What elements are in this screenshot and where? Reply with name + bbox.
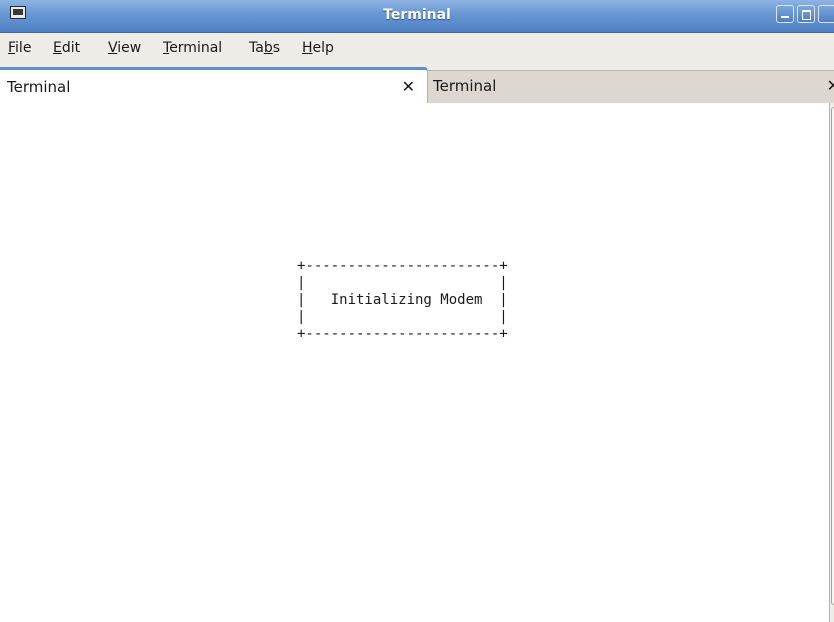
dialog-blank-line: | | [297, 309, 508, 325]
menu-view[interactable]: View [108, 40, 141, 56]
maximize-button[interactable] [797, 5, 815, 23]
tab-label: Terminal [7, 78, 71, 96]
tab-terminal-2[interactable]: Terminal ✕ [428, 70, 834, 103]
menu-edit-mnemonic: E [53, 40, 62, 56]
dialog-border-bottom: +-----------------------+ [297, 326, 508, 342]
menu-file-mnemonic: F [8, 40, 16, 56]
menu-help[interactable]: Help [302, 40, 334, 56]
window-titlebar[interactable]: Terminal [0, 0, 834, 33]
dialog-message: | Initializing Modem | [297, 292, 508, 308]
menu-terminal[interactable]: Terminal [163, 40, 222, 56]
close-window-button[interactable] [818, 5, 834, 23]
menu-edit-label: dit [61, 40, 81, 56]
tab-terminal-1[interactable]: Terminal ✕ [0, 67, 428, 103]
modem-status-dialog: +-----------------------+ | | | Initiali… [297, 258, 508, 343]
tab-bar: Terminal ✕ Terminal ✕ [0, 64, 834, 103]
dialog-blank-line: | | [297, 275, 508, 291]
menu-file[interactable]: File [8, 40, 31, 56]
terminal-scrollbar[interactable] [829, 103, 834, 622]
menu-bar: File Edit View Terminal Tabs Help [0, 33, 834, 64]
menu-tabs-label: s [272, 40, 281, 56]
close-tab-icon[interactable]: ✕ [402, 77, 415, 96]
close-tab-icon[interactable]: ✕ [827, 76, 834, 95]
menu-help-label: elp [312, 40, 334, 56]
terminal-screen[interactable] [8, 103, 828, 622]
dialog-border-top: +-----------------------+ [297, 258, 508, 274]
menu-edit[interactable]: Edit [53, 40, 80, 56]
menu-file-label: ile [15, 40, 32, 56]
menu-view-label: iew [117, 40, 142, 56]
minimize-button[interactable] [776, 5, 794, 23]
menu-terminal-label: erminal [169, 40, 223, 56]
menu-tabs-mnemonic: b [263, 40, 273, 56]
menu-help-mnemonic: H [302, 40, 313, 56]
menu-tabs-prefix: Ta [249, 40, 264, 56]
tab-label: Terminal [433, 77, 497, 95]
menu-view-mnemonic: V [108, 40, 118, 56]
window-title: Terminal [383, 7, 451, 23]
menu-tabs[interactable]: Tabs [249, 40, 280, 56]
